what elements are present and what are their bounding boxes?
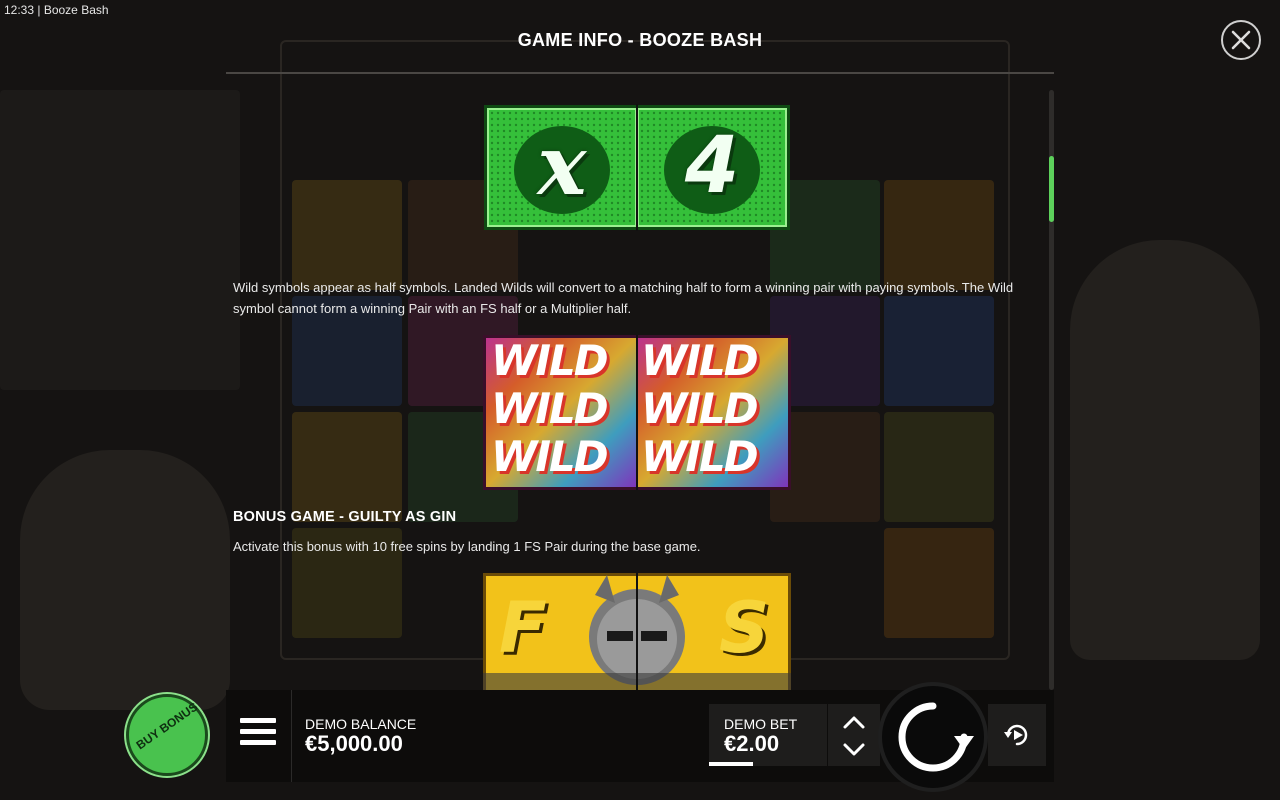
scrollbar-thumb[interactable] xyxy=(1049,156,1054,222)
spin-button[interactable] xyxy=(878,682,988,792)
balance-label: DEMO BALANCE xyxy=(305,716,417,732)
header-divider xyxy=(226,72,1054,74)
wild-text-row: WILD xyxy=(641,384,759,433)
balance-value: €5,000.00 xyxy=(305,731,403,756)
spin-icon xyxy=(898,702,974,772)
bet-decrease-button[interactable] xyxy=(842,740,866,760)
fs-symbol-left: F xyxy=(499,587,547,669)
app-title: Booze Bash xyxy=(43,3,109,17)
multiplier-symbol-right: 4 xyxy=(684,121,740,211)
bonus-description: Activate this bonus with 10 free spins b… xyxy=(233,539,701,554)
chevron-down-icon xyxy=(843,743,865,756)
close-button[interactable] xyxy=(1221,20,1261,60)
multiplier-symbol-left: x xyxy=(537,118,587,214)
menu-icon xyxy=(240,718,276,745)
wild-description: Wild symbols appear as half symbols. Lan… xyxy=(233,280,1014,316)
game-info-content: x 4 Wild symbols appear as half symbols.… xyxy=(233,104,1039,690)
multiplier-symbol-image: x 4 xyxy=(483,104,791,231)
backdrop-character-right xyxy=(1070,240,1260,660)
bet-increase-button[interactable] xyxy=(842,712,866,732)
window-title-bar: 12:33 | Booze Bash xyxy=(0,0,300,20)
wild-text-row: WILD xyxy=(641,336,759,385)
wild-text-row: WILD xyxy=(491,384,609,433)
backdrop-character-left xyxy=(20,450,230,710)
close-icon xyxy=(1231,30,1251,50)
fs-symbol-image: F S xyxy=(483,573,791,690)
buy-bonus-button[interactable]: BUY BONUS xyxy=(126,694,208,776)
menu-divider xyxy=(291,690,292,782)
menu-button[interactable] xyxy=(240,718,276,754)
backdrop-sign xyxy=(0,90,240,390)
chevron-up-icon xyxy=(843,716,865,729)
wild-text-row: WILD xyxy=(491,432,609,481)
clock: 12:33 xyxy=(4,3,35,17)
bet-level-indicator xyxy=(709,762,753,766)
autoplay-button[interactable] xyxy=(988,704,1046,766)
bet-value: €2.00 xyxy=(724,731,780,756)
wild-symbol-image: WILD WILD WILD WILD WILD WILD xyxy=(483,335,791,490)
wild-text-row: WILD xyxy=(491,336,609,385)
autoplay-icon xyxy=(1004,724,1028,746)
wild-text-row: WILD xyxy=(641,432,759,481)
page-title: GAME INFO - BOOZE BASH xyxy=(517,30,763,50)
bet-label: DEMO BET xyxy=(724,716,798,732)
buy-bonus-label: BUY BONUS xyxy=(133,699,201,753)
fs-symbol-right: S xyxy=(719,587,770,669)
bonus-heading: BONUS GAME - GUILTY AS GIN xyxy=(233,509,457,525)
